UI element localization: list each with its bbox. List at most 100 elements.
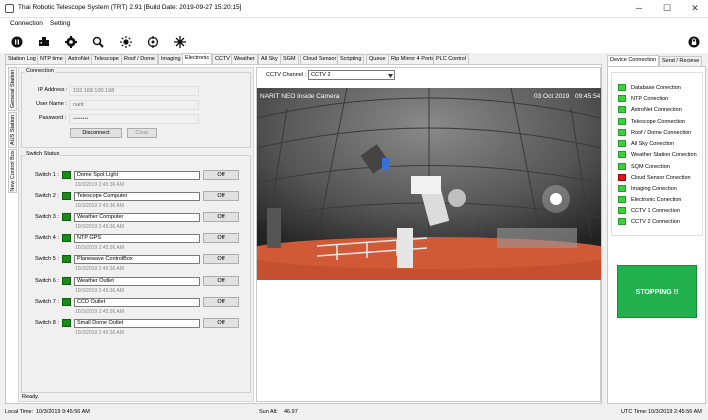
menu-setting[interactable]: Setting: [50, 20, 70, 27]
cctv-channel-value: CCTV 2: [311, 72, 331, 78]
tab-imaging[interactable]: Imaging: [158, 54, 184, 64]
stopping-button[interactable]: STOPPING !!: [617, 265, 697, 318]
switch-off-button[interactable]: Off: [203, 318, 239, 328]
tab-ntp-time[interactable]: NTP time: [37, 54, 66, 64]
switch-timestamp: 10/3/2019 2:45:36 AM: [75, 288, 124, 294]
switch-status-led: [62, 234, 71, 242]
disconnect-button[interactable]: Disconnect: [70, 128, 122, 138]
device-label: Database Conection: [631, 85, 681, 91]
device-label: CCTV 2 Connection: [631, 219, 680, 225]
switch-status-led: [62, 255, 71, 263]
tab-telescope[interactable]: Telescope: [91, 54, 122, 64]
tab-cctv[interactable]: CCTV: [212, 54, 233, 64]
device-connection-panel: Database Conection NTP Conection AstroNe…: [607, 66, 706, 404]
switch-off-button[interactable]: Off: [203, 170, 239, 180]
switch-name-field[interactable]: Small Dome Outlet: [74, 319, 200, 328]
sun-alt-value: 46.97: [284, 409, 298, 415]
switch-label: Switch 3 :: [35, 214, 59, 220]
lock-icon[interactable]: [688, 36, 700, 48]
cctv-channel-select[interactable]: CCTV 2: [308, 70, 395, 80]
tab-roof-dome[interactable]: Roof / Dome: [121, 54, 158, 64]
switch-timestamp: 10/3/2019 2:45:36 AM: [75, 330, 124, 336]
switch-name-field[interactable]: NTP GPS: [74, 234, 200, 243]
device-status-led: [618, 95, 626, 102]
minimize-button[interactable]: ─: [632, 2, 646, 14]
network-icon[interactable]: [174, 36, 186, 48]
camera-time: 09:45:54: [575, 93, 601, 100]
switch-timestamp: 10/3/2019 2:45:36 AM: [75, 245, 124, 251]
switch-timestamp: 10/3/2019 2:45:36 AM: [75, 309, 124, 315]
tab-sgm[interactable]: SGM: [280, 54, 299, 64]
switch-name-field[interactable]: Planewave ControlBox: [74, 255, 200, 264]
cctv-panel: CCTV Channel : CCTV 2 NARIT NEO Inside C…: [256, 67, 601, 402]
switch-timestamp: 10/3/2019 2:45:36 AM: [75, 224, 124, 230]
device-label: NTP Conection: [631, 96, 669, 102]
tab-queue[interactable]: Queue: [366, 54, 389, 64]
tab-rip-mirror[interactable]: Rip Mirror 4 Ports: [388, 54, 438, 64]
password-label: Password :: [39, 115, 67, 121]
switch-label: Switch 4 :: [35, 235, 59, 241]
panel-status-text: Ready.: [22, 394, 40, 400]
tab-all-sky[interactable]: All Sky: [258, 54, 281, 64]
switch-name-field[interactable]: CCD Outlet: [74, 298, 200, 307]
ip-address-label: IP Address :: [38, 87, 68, 93]
vtab-aus-station[interactable]: AUS Station: [8, 112, 17, 148]
device-status-led: [618, 163, 626, 170]
tab-plc-control[interactable]: PLC Control: [433, 54, 469, 64]
switch-status-led: [62, 298, 71, 306]
tab-weather[interactable]: Weather: [231, 54, 258, 64]
tab-cloud-sensor[interactable]: Cloud Sensor: [300, 54, 340, 64]
sun-icon[interactable]: [120, 36, 132, 48]
device-label: SQM Conection: [631, 164, 670, 170]
tab-send-receive[interactable]: Send / Recieve: [659, 56, 703, 66]
switch-name-field[interactable]: Telescope Computer: [74, 192, 200, 201]
switch-off-button[interactable]: Off: [203, 254, 239, 264]
tab-device-connection[interactable]: Device Connection: [607, 55, 660, 66]
device-label: Cloud Sensor Conection: [631, 175, 691, 181]
maximize-button[interactable]: ☐: [660, 2, 674, 14]
password-field[interactable]: ••••••••: [69, 114, 199, 124]
tab-station-log[interactable]: Station Log: [5, 54, 39, 64]
switch-name-field[interactable]: Weather Outlet: [74, 277, 200, 286]
switch-off-button[interactable]: Off: [203, 233, 239, 243]
switch-label: Switch 6 :: [35, 278, 59, 284]
device-status-led: [618, 118, 626, 125]
sun-alt-label: Sun Alt:: [259, 409, 278, 415]
switch-status-led: [62, 319, 71, 327]
switch-off-button[interactable]: Off: [203, 212, 239, 222]
switch-off-button[interactable]: Off: [203, 276, 239, 286]
connection-group-title: Connection: [25, 68, 55, 74]
device-status-led: [618, 151, 626, 158]
usb-device-icon[interactable]: [38, 36, 50, 48]
switch-off-button[interactable]: Off: [203, 191, 239, 201]
camera-title: NARIT NEO Inside Camera: [260, 93, 340, 100]
switch-timestamp: 10/3/2019 2:45:36 AM: [75, 203, 124, 209]
switch-name-field[interactable]: Dome Spot Light: [74, 171, 200, 180]
gear-icon[interactable]: [65, 36, 77, 48]
vtab-new-control-box[interactable]: New Control Box: [8, 149, 17, 193]
switch-off-button[interactable]: Off: [203, 297, 239, 307]
switch-name-field[interactable]: Weather Computer: [74, 213, 200, 222]
device-label: CCTV 1 Connection: [631, 208, 680, 214]
close-button[interactable]: ✕: [688, 2, 702, 14]
camera-date: 03 Oct 2019: [534, 93, 570, 100]
ip-address-field[interactable]: 192.168.100.198: [69, 86, 199, 96]
tab-electronic[interactable]: Electronic: [182, 53, 213, 64]
device-label: All Sky Conection: [631, 141, 675, 147]
crosshair-icon[interactable]: [147, 36, 159, 48]
clear-button[interactable]: Clear: [127, 128, 157, 138]
user-name-field[interactable]: narit: [69, 100, 199, 110]
device-status-led: [618, 196, 626, 203]
switch-label: Switch 2 :: [35, 193, 59, 199]
switch-label: Switch 7 :: [35, 299, 59, 305]
status-bar: Local Time: 10/3/2019 9:45:56 AM Sun Alt…: [0, 406, 708, 420]
pause-icon[interactable]: [11, 36, 23, 48]
tab-scripting[interactable]: Scripting: [337, 54, 365, 64]
menu-connection[interactable]: Connection: [10, 20, 43, 27]
device-label: AstroNet Connection: [631, 107, 682, 113]
tab-astronet[interactable]: AstroNet: [65, 54, 93, 64]
vtab-general-station[interactable]: General Station: [8, 67, 17, 111]
app-icon: [5, 4, 14, 13]
tools-icon[interactable]: [92, 36, 104, 48]
window-title: Thai Robotic Telescope System (TRT) 2.91…: [18, 4, 242, 11]
